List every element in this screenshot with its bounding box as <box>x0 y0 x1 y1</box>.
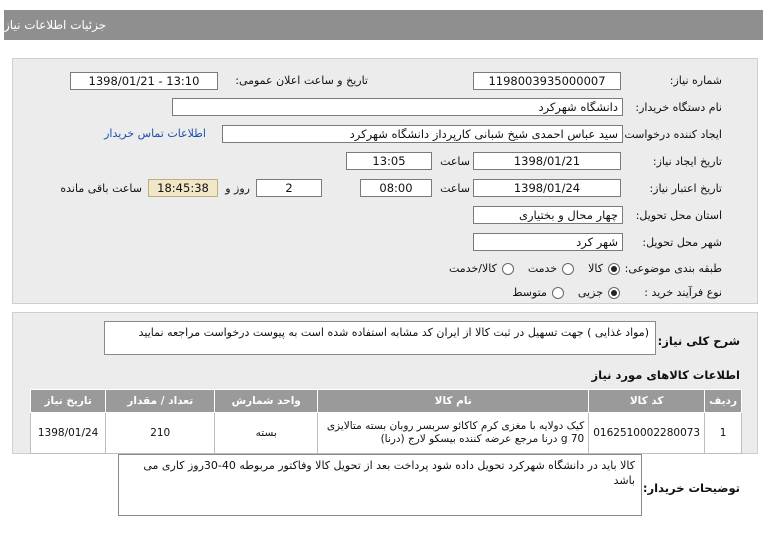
radio-icon[interactable] <box>562 262 575 275</box>
province-field[interactable]: چهار محال و بختیاری <box>473 206 623 224</box>
announce-label: تاریخ و ساعت اعلان عمومی: <box>235 74 368 87</box>
col-qty: تعداد / مقدار <box>105 389 216 413</box>
category-option-service[interactable]: خدمت <box>528 262 575 275</box>
process-label: نوع فرآیند خرید : <box>644 286 722 299</box>
created-date-label: تاریخ ایجاد نیاز: <box>652 155 722 168</box>
valid-time-label: ساعت <box>440 182 470 195</box>
valid-date-label: تاریخ اعتبار نیاز: <box>649 182 722 195</box>
cell-name: کیک دولایه با مغزی کرم کاکائو سربسر روبا… <box>317 412 590 454</box>
page-title-bar: جزئیات اطلاعات نیاز <box>4 10 763 40</box>
col-unit: واحد شمارش <box>214 389 319 413</box>
table-row: 1 0162510002280073 کیک دولایه با مغزی کر… <box>29 412 742 454</box>
page-title: جزئیات اطلاعات نیاز <box>4 18 107 32</box>
creator-label: ایجاد کننده درخواست: <box>620 128 722 141</box>
buyer-org-field[interactable]: دانشگاه شهرکرد <box>172 98 623 116</box>
category-option-both[interactable]: کالا/خدمت <box>449 262 514 275</box>
category-label: طبقه بندی موضوعی: <box>624 262 722 275</box>
valid-days-label: روز و <box>225 182 250 195</box>
general-desc-box: (مواد غذایی ) جهت تسهیل در ثبت کالا از ا… <box>104 321 656 355</box>
announce-field[interactable]: 1398/01/21 - 13:10 <box>70 72 218 90</box>
remaining-time-label: ساعت باقی مانده <box>60 182 142 195</box>
buyer-notes-box: کالا باید در دانشگاه شهرکرد تحویل داده ش… <box>118 454 642 516</box>
city-label: شهر محل تحویل: <box>642 236 722 249</box>
valid-date-field[interactable]: 1398/01/24 <box>473 179 621 197</box>
process-option-minor[interactable]: جزیی <box>578 286 620 299</box>
col-name: نام کالا <box>317 389 590 413</box>
radio-selected-icon[interactable] <box>608 286 620 299</box>
goods-table: ردیف کد کالا نام کالا واحد شمارش تعداد /… <box>29 389 742 454</box>
col-row: ردیف <box>704 389 742 413</box>
cell-qty: 210 <box>105 412 216 454</box>
general-desc-label: شرح کلی نیاز: <box>657 334 740 348</box>
cell-date: 1398/01/24 <box>29 412 107 454</box>
need-number-field[interactable]: 1198003935000007 <box>473 72 621 90</box>
cell-unit: بسته <box>214 412 319 454</box>
category-option-goods[interactable]: کالا <box>588 262 620 275</box>
cell-row: 1 <box>704 412 742 454</box>
need-number-label: شماره نیاز: <box>669 74 722 87</box>
buyer-org-label: نام دستگاه خریدار: <box>635 101 722 114</box>
radio-selected-icon[interactable] <box>608 262 620 275</box>
process-radio-group: جزیی متوسط <box>498 286 620 299</box>
remaining-time-field: 18:45:38 <box>148 179 218 197</box>
col-code: کد کالا <box>588 389 706 413</box>
city-field[interactable]: شهر کرد <box>473 233 623 251</box>
buyer-contact-link[interactable]: اطلاعات تماس خریدار <box>104 127 206 140</box>
created-date-field[interactable]: 1398/01/21 <box>473 152 621 170</box>
buyer-notes-label: توضیحات خریدار: <box>642 481 740 495</box>
category-radio-group: کالا خدمت کالا/خدمت <box>435 262 620 275</box>
creator-field[interactable]: سید عباس احمدی شیخ شبانی کارپرداز دانشگا… <box>222 125 623 143</box>
cell-code: 0162510002280073 <box>588 412 706 454</box>
col-date: تاریخ نیاز <box>29 389 107 413</box>
goods-section-title: اطلاعات کالاهای مورد نیاز <box>591 368 740 382</box>
created-time-label: ساعت <box>440 155 470 168</box>
valid-days-field[interactable]: 2 <box>256 179 322 197</box>
valid-time-field[interactable]: 08:00 <box>360 179 432 197</box>
goods-table-header: ردیف کد کالا نام کالا واحد شمارش تعداد /… <box>29 389 742 413</box>
province-label: استان محل تحویل: <box>635 209 722 222</box>
created-time-field[interactable]: 13:05 <box>346 152 432 170</box>
radio-icon[interactable] <box>551 286 564 299</box>
radio-icon[interactable] <box>501 262 514 275</box>
process-option-medium[interactable]: متوسط <box>512 286 564 299</box>
